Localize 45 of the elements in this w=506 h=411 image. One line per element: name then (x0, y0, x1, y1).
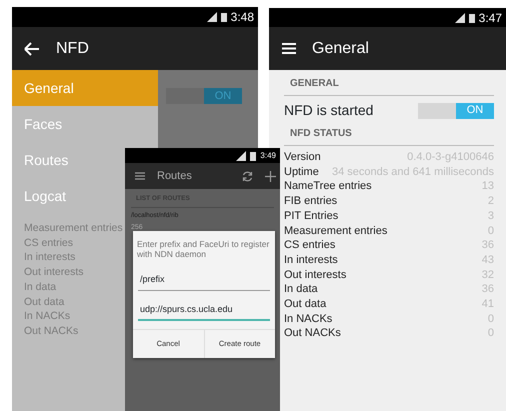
switch-label: NFD is started (284, 101, 374, 120)
dimmed-label: Measurement entries (24, 221, 123, 236)
clock-text: 3:47 (478, 10, 502, 26)
text-field[interactable]: udp://spurs.cs.ucla.edu (138, 298, 270, 322)
drawer-item[interactable]: General (12, 70, 158, 106)
stat-label: NameTree entries (284, 179, 372, 194)
stat-label: FIB entries (284, 194, 338, 209)
app-title: NFD (56, 38, 89, 58)
text-field[interactable]: /prefix (138, 269, 270, 291)
signal-icon (236, 150, 246, 160)
dimmed-label: Out NACKs (24, 324, 78, 339)
stat-label: Uptime (284, 164, 319, 180)
section-header: NFD STATUS (284, 126, 494, 146)
clock-text: 3:49 (260, 150, 276, 162)
app-title: Routes (157, 168, 192, 184)
back-arrow-icon[interactable] (24, 42, 40, 56)
dimmed-label: Out interests (24, 265, 84, 280)
signal-icon (454, 12, 465, 22)
stat-label: PIT Entries (284, 208, 338, 224)
stat-label: Out NACKs (284, 326, 341, 342)
battery-icon (220, 12, 227, 22)
stat-label: CS entries (284, 238, 336, 253)
stat-label: Version (284, 150, 321, 165)
signal-icon (206, 12, 217, 22)
dimmed-label: In interests (24, 250, 76, 266)
section-header: GENERAL (284, 76, 494, 96)
stat-label: Out interests (284, 268, 346, 282)
stat-label: Out data (284, 297, 326, 312)
stat-label: In data (284, 282, 318, 298)
stat-label: Measurement entries (284, 224, 388, 238)
stat-label: In interests (284, 252, 338, 268)
dialog-message: Enter prefix and FaceUri to register with NDN daemon (136, 238, 270, 262)
drawer-item[interactable]: Faces (12, 106, 158, 142)
dimmed-label: In NACKs (24, 309, 70, 324)
add-icon[interactable] (265, 170, 276, 182)
clock-text: 3:48 (230, 9, 254, 26)
dimmed-label: In data (24, 280, 56, 295)
battery-icon (468, 12, 475, 22)
on-off-switch[interactable]: ON (418, 102, 494, 118)
app-title: General (312, 38, 369, 58)
stat-label: In NACKs (284, 312, 332, 326)
dimmed-label: CS entries (24, 236, 74, 250)
refresh-icon[interactable] (242, 170, 253, 182)
battery-icon (250, 150, 256, 160)
dimmed-label: Out data (24, 294, 64, 310)
